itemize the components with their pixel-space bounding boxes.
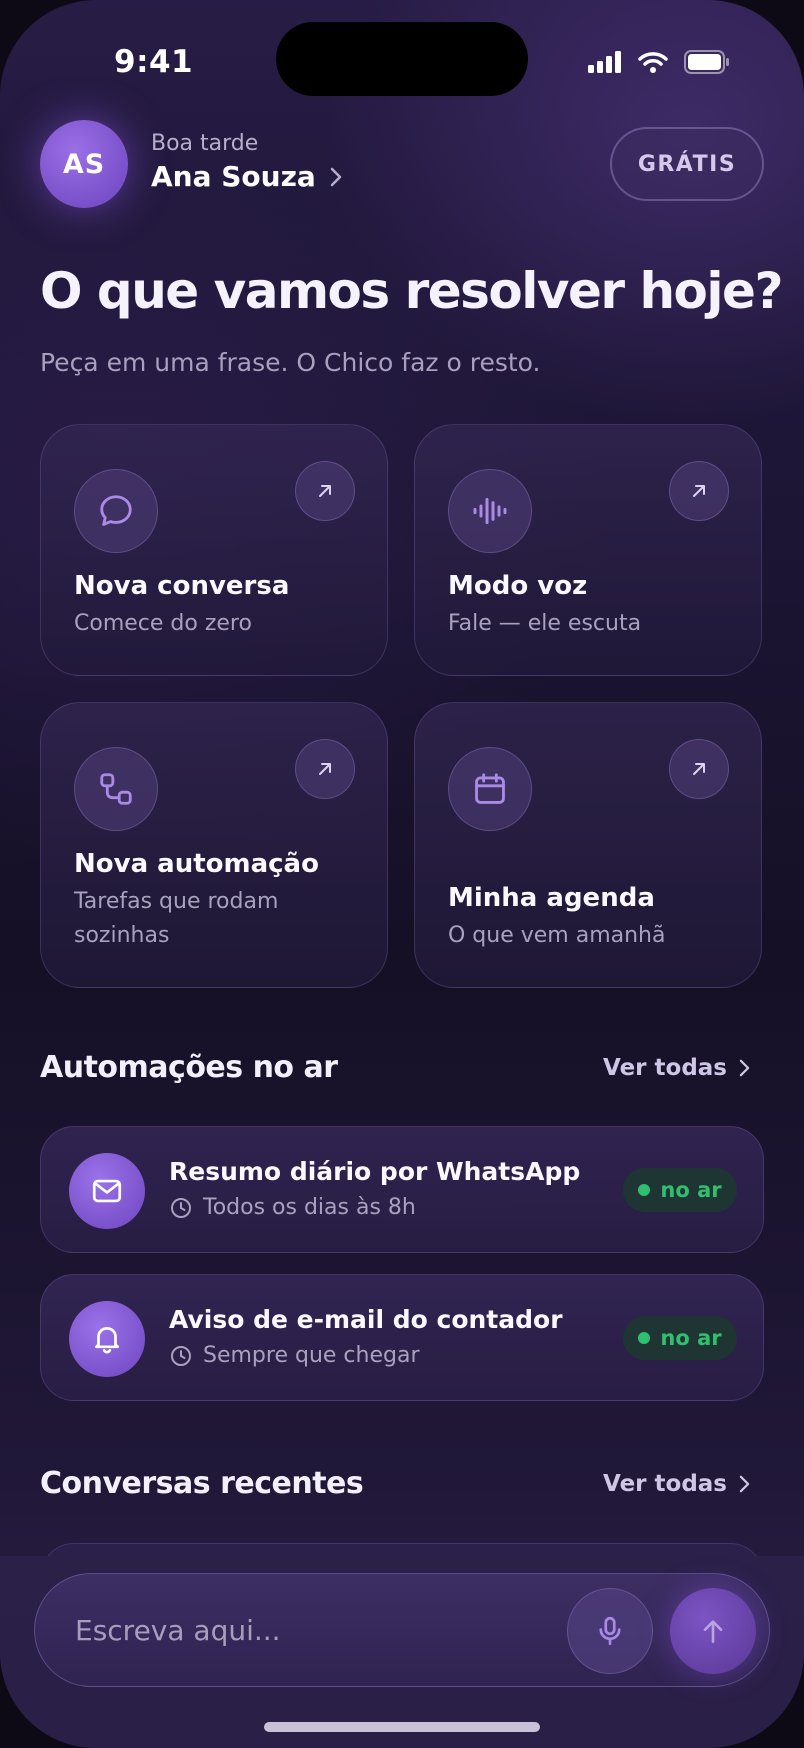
arrow-up-icon: [703, 1620, 723, 1643]
quick-action-new-chat[interactable]: Nova conversa Comece do zero: [40, 424, 388, 676]
automation-schedule: Sempre que chegar: [169, 1343, 420, 1368]
card-title: Minha agenda: [448, 883, 655, 913]
open-arrow-button[interactable]: [669, 739, 729, 799]
message-input[interactable]: [75, 1602, 555, 1658]
arrow-up-right-icon: [693, 485, 705, 497]
status-icons: [588, 50, 730, 74]
icon-circle: [74, 747, 158, 831]
status-dot: [638, 1184, 651, 1196]
card-description: Comece do zero: [74, 611, 252, 636]
page-title: O que vamos resolver hoje?: [40, 262, 783, 320]
status-badge: no ar: [623, 1168, 737, 1212]
open-arrow-button[interactable]: [669, 461, 729, 521]
page-subtitle: Peça em uma frase. O Chico faz o resto.: [40, 348, 541, 377]
automation-icon: [69, 1153, 145, 1229]
mail-icon: [92, 1179, 122, 1203]
automation-row[interactable]: Resumo diário por WhatsApp Todos os dias…: [40, 1126, 764, 1253]
greeting-text: Boa tarde: [151, 131, 259, 156]
automation-title: Resumo diário por WhatsApp: [169, 1157, 581, 1186]
waveform-icon: [473, 497, 507, 525]
status-text: no ar: [660, 1326, 722, 1350]
icon-circle: [448, 469, 532, 553]
voice-input-button[interactable]: [567, 1588, 653, 1674]
automation-schedule: Todos os dias às 8h: [169, 1195, 416, 1220]
open-arrow-button[interactable]: [295, 461, 355, 521]
dynamic-island: [276, 22, 528, 96]
arrow-up-right-icon: [319, 485, 331, 497]
battery-icon: [684, 50, 729, 74]
clock-icon: [171, 1197, 191, 1218]
arrow-up-right-icon: [319, 763, 331, 775]
schedule-text: Sempre que chegar: [203, 1343, 420, 1368]
bell-icon: [95, 1327, 119, 1354]
recent-section-title: Conversas recentes: [40, 1466, 364, 1501]
card-description: Tarefas que rodam sozinhas: [74, 889, 279, 948]
see-all-label: Ver todas: [603, 1471, 727, 1497]
home-indicator[interactable]: [264, 1722, 540, 1732]
icon-circle: [448, 747, 532, 831]
card-description: Fale — ele escuta: [448, 611, 642, 636]
profile-link[interactable]: Ana Souza: [151, 160, 342, 193]
open-arrow-button[interactable]: [295, 739, 355, 799]
arrow-up-right-icon: [693, 763, 705, 775]
phone-screen: 9:41 AS Boa tarde Ana Souza GRÁTIS O que…: [0, 0, 804, 1748]
status-dot: [638, 1332, 651, 1344]
cellular-signal-icon: [588, 51, 621, 73]
automation-title: Aviso de e-mail do contador: [169, 1305, 563, 1334]
status-time: 9:41: [114, 44, 194, 80]
user-name: Ana Souza: [151, 160, 316, 193]
automations-section-title: Automações no ar: [40, 1050, 338, 1085]
microphone-icon: [599, 1616, 621, 1646]
composer-bar: [34, 1573, 770, 1687]
schedule-text: Todos os dias às 8h: [203, 1195, 416, 1220]
quick-action-voice-mode[interactable]: Modo voz Fale — ele escuta: [414, 424, 762, 676]
quick-action-my-agenda[interactable]: Minha agenda O que vem amanhã: [414, 702, 762, 988]
chat-bubble-icon: [100, 495, 132, 526]
see-all-label: Ver todas: [603, 1055, 727, 1081]
send-button[interactable]: [670, 1588, 756, 1674]
plan-badge-button[interactable]: GRÁTIS: [610, 127, 764, 201]
wifi-icon: [638, 52, 668, 73]
chevron-right-icon: [739, 1059, 750, 1077]
automation-row[interactable]: Aviso de e-mail do contador Sempre que c…: [40, 1274, 764, 1401]
chevron-right-icon: [330, 167, 342, 186]
card-title: Modo voz: [448, 571, 588, 601]
quick-action-new-automation[interactable]: Nova automação Tarefas que rodam sozinha…: [40, 702, 388, 988]
automation-icon: [69, 1301, 145, 1377]
workflow-icon: [100, 773, 132, 805]
status-text: no ar: [660, 1178, 722, 1202]
recent-see-all-link[interactable]: Ver todas: [603, 1471, 750, 1497]
card-description: O que vem amanhã: [448, 923, 666, 948]
card-title: Nova conversa: [74, 571, 290, 601]
icon-circle: [74, 469, 158, 553]
automations-see-all-link[interactable]: Ver todas: [603, 1055, 750, 1081]
status-badge: no ar: [623, 1316, 737, 1360]
calendar-icon: [475, 773, 505, 804]
avatar[interactable]: AS: [40, 120, 128, 208]
card-title: Nova automação: [74, 849, 319, 879]
clock-icon: [171, 1345, 191, 1366]
chevron-right-icon: [739, 1475, 750, 1493]
